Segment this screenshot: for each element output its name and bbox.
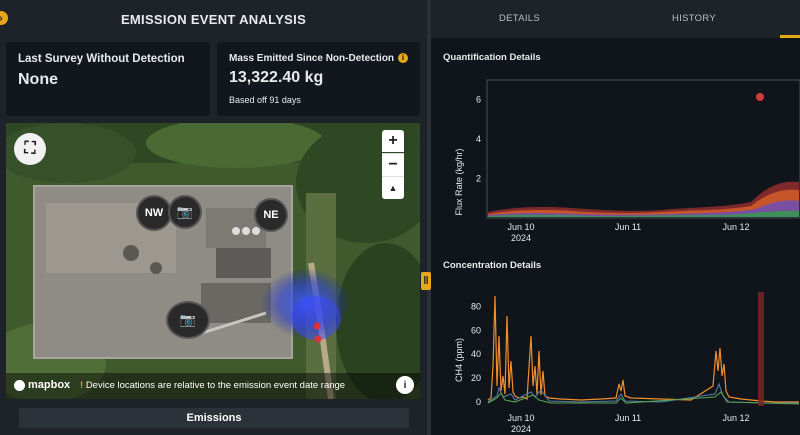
zoom-in-button[interactable]: + bbox=[382, 130, 404, 152]
y-tick-label: 6 bbox=[476, 95, 481, 105]
y-tick-label: 20 bbox=[471, 373, 481, 383]
y-tick-label: 60 bbox=[471, 325, 481, 335]
mapbox-icon bbox=[14, 379, 25, 391]
last-survey-label: Last Survey Without Detection bbox=[18, 53, 185, 65]
zoom-out-button[interactable]: − bbox=[382, 153, 404, 176]
y-axis-label: CH4 (ppm) bbox=[454, 338, 464, 382]
x-tick-label: Jun 10 bbox=[507, 413, 534, 423]
map-note: ! Device locations are relative to the e… bbox=[80, 380, 346, 391]
x-tick-label: Jun 11 bbox=[615, 222, 641, 232]
satellite-map[interactable]: ⛶ NW 📷 NE 📷 + − ▲ mapbox ! Device locati… bbox=[6, 123, 420, 399]
y-axis-label: Flux Rate (kg/hr) bbox=[454, 148, 464, 215]
warning-icon: ! bbox=[80, 380, 84, 391]
right-panel: DETAILS HISTORY Quantification Details F… bbox=[431, 0, 800, 435]
left-panel: › EMISSION EVENT ANALYSIS Last Survey Wi… bbox=[0, 0, 427, 435]
emissions-button[interactable]: Emissions bbox=[19, 408, 409, 428]
info-icon[interactable]: i bbox=[398, 53, 409, 63]
fullscreen-icon[interactable]: ⛶ bbox=[14, 133, 46, 165]
quantification-chart: Flux Rate (kg/hr) 2 4 6 Jun 102024 Jun 11 Ju… bbox=[454, 79, 800, 243]
map-info-icon[interactable]: i bbox=[396, 376, 414, 394]
x-tick-label: 2024 bbox=[511, 233, 531, 243]
mapbox-logo: mapbox bbox=[14, 379, 70, 391]
y-tick-label: 80 bbox=[471, 301, 481, 311]
last-survey-value: None bbox=[18, 71, 58, 88]
x-tick-label: Jun 12 bbox=[722, 222, 749, 232]
tab-details[interactable]: DETAILS bbox=[499, 13, 540, 24]
outlier-point bbox=[756, 93, 764, 101]
mass-emitted-sub: Based off 91 days bbox=[229, 95, 301, 105]
page-title: EMISSION EVENT ANALYSIS bbox=[120, 12, 307, 27]
y-tick-label: 4 bbox=[476, 134, 481, 144]
camera-icon[interactable]: 📷 bbox=[168, 195, 202, 229]
tab-bar: DETAILS HISTORY bbox=[431, 0, 800, 38]
chart-frame bbox=[486, 79, 800, 219]
x-tick-label: Jun 10 bbox=[507, 222, 534, 232]
tab-history[interactable]: HISTORY bbox=[672, 13, 716, 24]
concentration-title: Concentration Details bbox=[443, 260, 542, 271]
compass-button[interactable]: ▲ bbox=[382, 176, 404, 199]
mass-emitted-value: 13,322.40 kg bbox=[229, 69, 324, 86]
active-tab-indicator bbox=[780, 35, 800, 38]
x-tick-label: Jun 12 bbox=[722, 413, 749, 423]
camera-icon[interactable]: 📷 bbox=[166, 301, 210, 339]
x-tick-label: 2024 bbox=[511, 424, 531, 434]
mass-emitted-card: Mass Emitted Since Non-Detection i 13,322… bbox=[217, 42, 420, 116]
y-tick-label: 40 bbox=[471, 349, 481, 359]
last-survey-card: Last Survey Without Detection None bbox=[6, 42, 210, 116]
mass-emitted-label: Mass Emitted Since Non-Detection i bbox=[229, 53, 409, 64]
x-tick-label: Jun 11 bbox=[615, 413, 641, 423]
y-tick-label: 2 bbox=[476, 174, 481, 184]
device-marker-nw[interactable]: NW bbox=[136, 195, 172, 231]
event-highlight-bar bbox=[758, 292, 764, 406]
y-tick-label: 0 bbox=[476, 397, 481, 407]
device-marker-ne[interactable]: NE bbox=[254, 198, 288, 232]
chart-frame bbox=[487, 292, 800, 408]
resize-handle-icon[interactable]: ‖ bbox=[421, 272, 431, 290]
concentration-chart: CH4 (ppm) 0 20 40 60 80 Jun 102024 Jun 11 Jun … bbox=[454, 292, 800, 434]
